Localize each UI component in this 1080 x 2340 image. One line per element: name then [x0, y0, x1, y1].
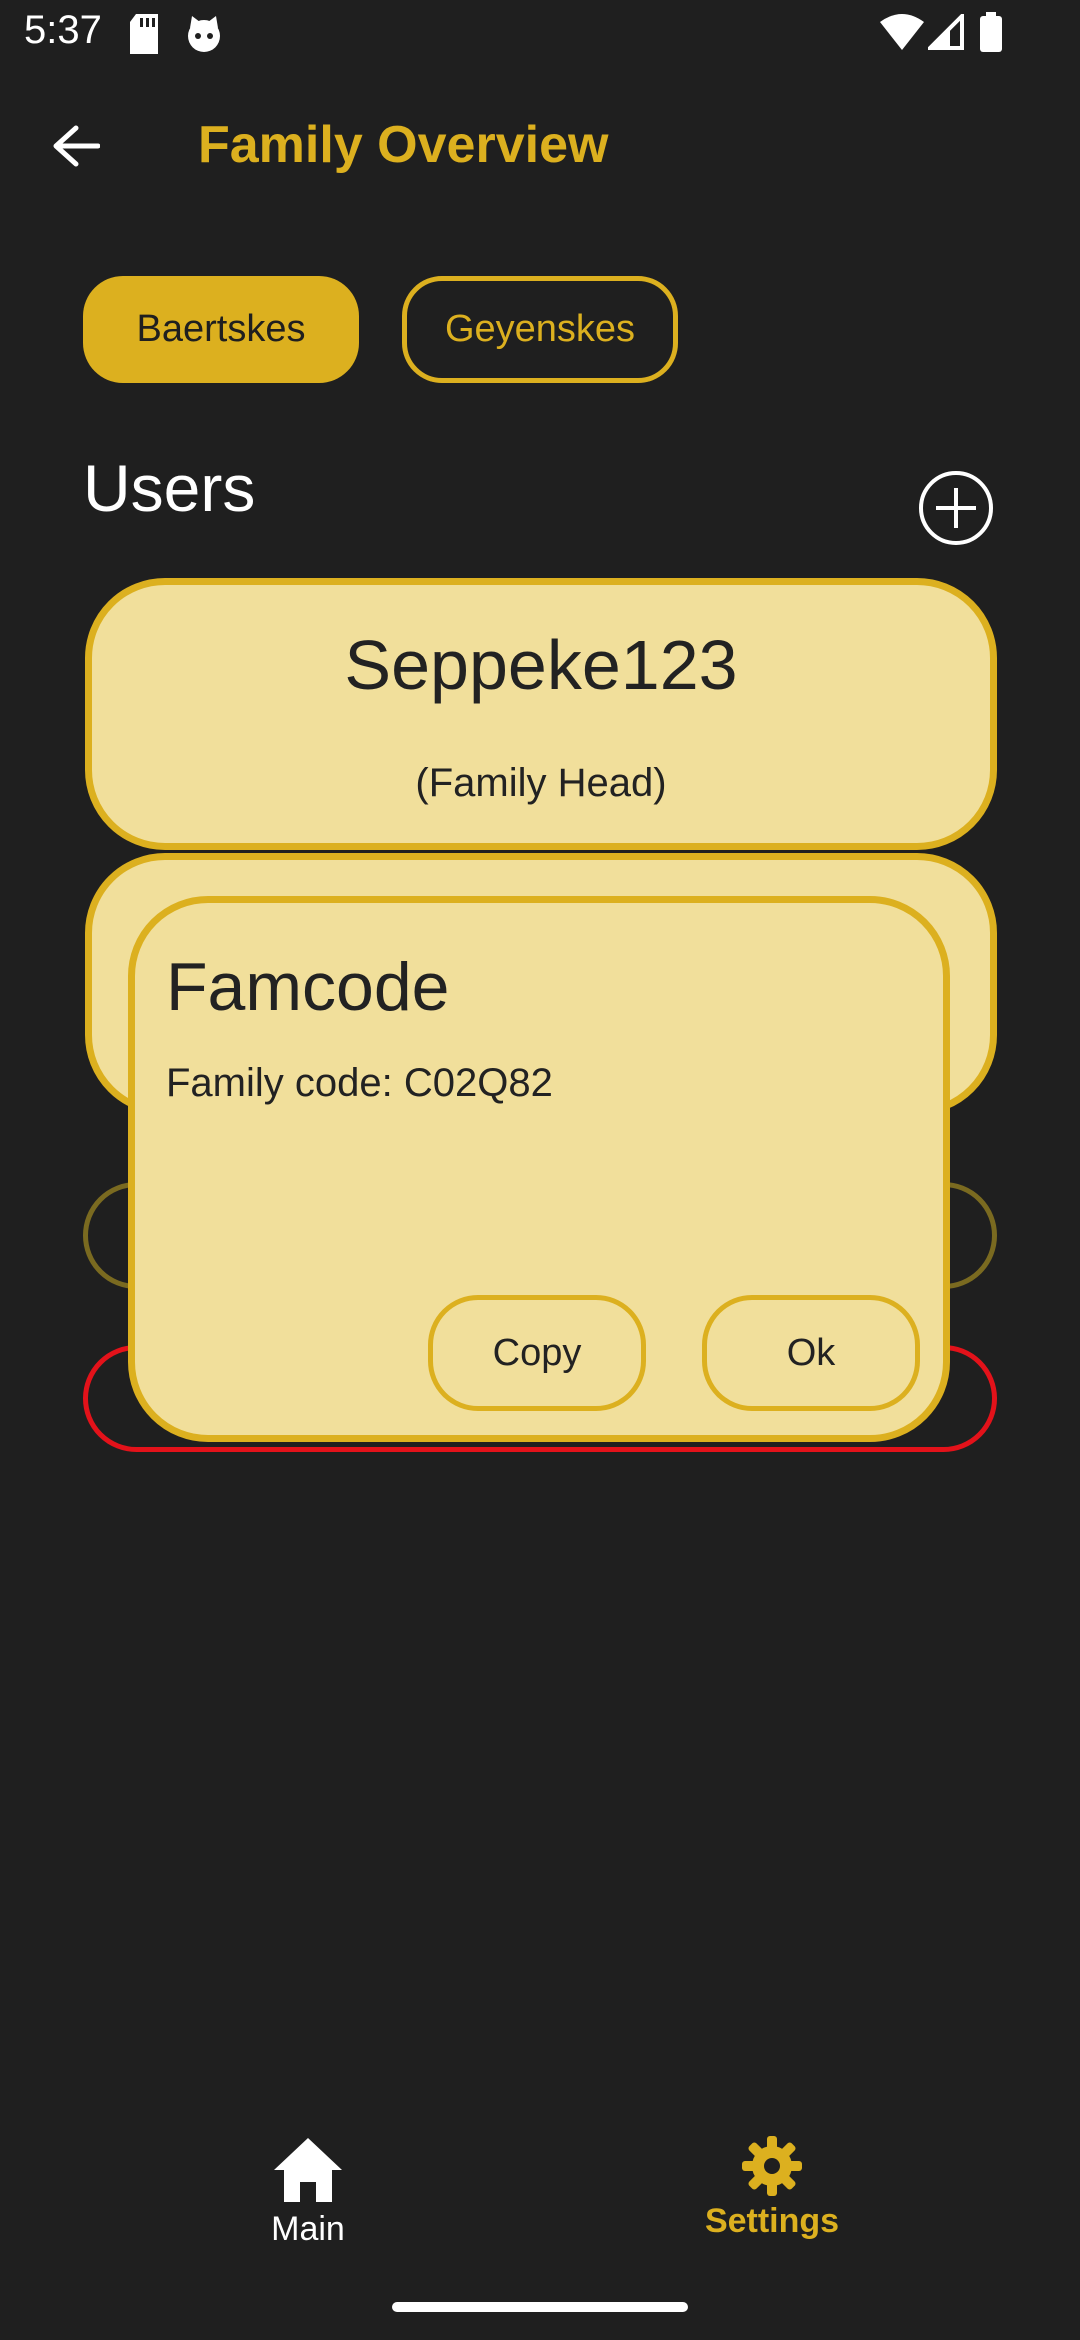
users-heading: Users [83, 451, 256, 525]
ok-button[interactable]: Ok [702, 1295, 920, 1411]
user-role: (Family Head) [415, 761, 667, 805]
family-chip-geyenskes[interactable]: Geyenskes [402, 276, 678, 383]
nav-item-settings[interactable]: Settings [642, 2136, 902, 2256]
cat-icon [188, 16, 220, 52]
nav-label-main: Main [271, 2210, 345, 2248]
copy-button[interactable]: Copy [428, 1295, 646, 1411]
back-button[interactable] [40, 110, 112, 182]
home-icon [274, 2138, 342, 2202]
gesture-bar [392, 2302, 688, 2312]
page-title: Family Overview [198, 116, 609, 174]
nav-item-main[interactable]: Main [178, 2136, 438, 2256]
family-overview-screen: 5:37 Family Overview Baertskes Geyenskes… [0, 0, 1080, 2340]
wifi-icon [880, 14, 924, 50]
status-time: 5:37 [24, 8, 102, 52]
family-code-text: Family code: C02Q82 [166, 1061, 553, 1105]
signal-icon [928, 14, 964, 50]
battery-icon [980, 12, 1002, 52]
nav-label-settings: Settings [704, 2202, 840, 2240]
user-name: Seppeke123 [344, 626, 738, 704]
famcode-dialog: Famcode Family code: C02Q82 Copy Ok [128, 896, 950, 1442]
gear-icon [742, 2136, 802, 2196]
arrow-left-icon [53, 125, 100, 167]
family-chip-baertskes[interactable]: Baertskes [83, 276, 359, 383]
plus-circle-icon[interactable] [918, 470, 994, 546]
user-card[interactable]: Seppeke123 (Family Head) [85, 578, 997, 850]
sd-card-icon [130, 14, 158, 54]
dialog-title: Famcode [166, 949, 450, 1025]
